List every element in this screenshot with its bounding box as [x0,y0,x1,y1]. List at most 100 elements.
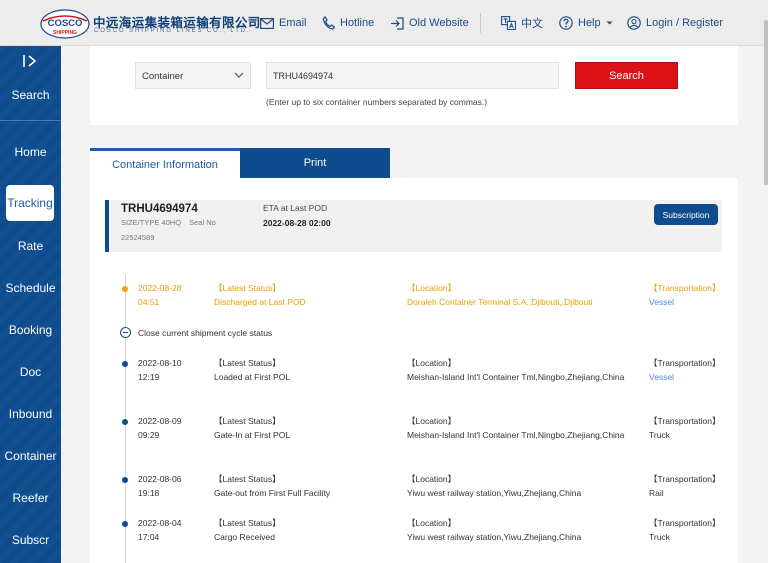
sidebar-item-booking[interactable]: Booking [0,323,61,337]
sidebar-search[interactable]: Search [0,46,61,121]
seal-label: Seal No [189,218,216,227]
event-transport-label: 【Transportation】 [649,358,721,368]
sidebar-item-rate[interactable]: Rate [0,239,61,253]
event-location-label: 【Location】 [407,416,457,426]
timeline-dot [122,361,128,367]
page-scrollbar[interactable] [764,20,768,185]
phone-icon [322,16,335,30]
collapse-icon [120,327,131,338]
event-time: 19:18 [138,487,160,498]
close-cycle-label: Close current shipment cycle status [138,327,273,338]
event-time: 04:51 [138,296,160,307]
timeline-dot [122,286,128,292]
login-register-link[interactable]: Login / Register [627,14,723,32]
email-link[interactable]: Email [260,14,307,32]
brand-name-en: COSCO SHIPPING LINES CO., LTD. [94,28,251,34]
cosco-logo[interactable]: COSCO SHIPPING [40,9,90,39]
event-transport-label: 【Transportation】 [649,283,721,293]
event-date: 2022-08-10 [138,358,182,368]
sidebar: Search Home Tracking Rate Schedule Booki… [0,46,61,563]
event-date: 2022-08-06 [138,474,182,484]
event-transport-label: 【Transportation】 [649,518,721,528]
search-type-value: Container [142,71,184,82]
event-status: Loaded at First POL [214,371,291,382]
event-time: 12:19 [138,371,160,382]
event-transport: Truck [649,531,670,542]
search-panel: Container Search (Enter up to six contai… [90,46,738,125]
container-size-info: SIZE/TYPE 40HQ Seal No [121,218,216,227]
tab-container-information[interactable]: Container Information [90,148,240,178]
caret-down-icon [606,21,613,25]
event-date: 2022-08-28 [138,283,182,293]
hotline-link[interactable]: Hotline [322,14,374,32]
event-location: Meishan-Island Int'l Container Tml,Ningb… [407,371,625,382]
size-type-value: 40HQ [161,218,182,227]
language-switch[interactable]: 中文 [501,14,543,32]
timeline-dot [122,521,128,527]
expand-arrow-icon [23,55,37,67]
language-label: 中文 [521,18,543,30]
sidebar-item-inbound[interactable]: Inbound [0,407,61,421]
event-status-label: 【Latest Status】 [214,358,281,368]
event-transport: Truck [649,429,670,440]
subscription-button[interactable]: Subscription [654,204,718,225]
event-location-label: 【Location】 [407,283,457,293]
email-label: Email [279,17,307,29]
event-time: 09:29 [138,429,160,440]
event-status-label: 【Latest Status】 [214,283,281,293]
event-status: Cargo Received [214,531,275,542]
search-button[interactable]: Search [575,62,678,89]
eta-value: 2022-08-28 02:00 [263,218,331,228]
help-icon [559,16,573,30]
logo-text-top: COSCO [48,18,83,29]
sidebar-item-tracking[interactable]: Tracking [6,185,54,221]
help-menu[interactable]: Help [559,14,614,32]
old-website-link[interactable]: Old Website [390,14,469,32]
old-website-label: Old Website [409,17,469,29]
sidebar-item-home[interactable]: Home [0,145,61,159]
search-hint: (Enter up to six container numbers separ… [266,97,488,107]
translate-icon [501,16,516,30]
event-location: Yiwu west railway station,Yiwu,Zhejiang,… [407,531,582,542]
event-transport-link[interactable]: Vessel [649,296,734,310]
seal-value: 22524589 [121,233,155,242]
login-arrow-icon [391,16,404,30]
chevron-down-icon [234,72,244,78]
top-header: COSCO SHIPPING 中远海运集装箱运输有限公司 COSCO SHIPP… [0,0,768,46]
close-cycle-toggle[interactable]: Close current shipment cycle status [120,327,272,338]
login-label: Login / Register [646,17,724,29]
event-status: Gate-out from First Full Facility [214,487,331,498]
logo-text-bottom: SHIPPING [53,30,77,36]
event-location: Doraleh Container Terminal S.A.,Djibouti… [407,296,593,307]
sidebar-item-subscr[interactable]: Subscr [0,533,61,547]
search-type-select[interactable]: Container [135,62,251,89]
header-divider [480,13,481,33]
event-status-label: 【Latest Status】 [214,416,281,426]
event-status-label: 【Latest Status】 [214,474,281,484]
tab-print[interactable]: Print [240,148,390,178]
event-location-label: 【Location】 [407,474,457,484]
event-status-label: 【Latest Status】 [214,518,281,528]
size-type-label: SIZE/TYPE [121,218,160,227]
mail-icon [260,17,274,29]
sidebar-item-reefer[interactable]: Reefer [0,491,61,505]
user-icon [627,16,641,30]
timeline-dot [122,419,128,425]
container-number-input[interactable] [266,62,559,89]
event-location: Yiwu west railway station,Yiwu,Zhejiang,… [407,487,582,498]
container-summary-card: TRHU4694974 SIZE/TYPE 40HQ Seal No 22524… [105,200,722,252]
timeline-dot [122,477,128,483]
event-transport: Rail [649,487,664,498]
container-number: TRHU4694974 [121,203,198,215]
event-status: Discharged at Last POD [214,296,306,307]
sidebar-item-container[interactable]: Container [0,449,61,463]
sidebar-search-label: Search [11,88,50,102]
event-date: 2022-08-04 [138,518,182,528]
event-location-label: 【Location】 [407,358,457,368]
sidebar-item-doc[interactable]: Doc [0,365,61,379]
event-transport-link[interactable]: Vessel [649,371,734,385]
event-location: Meishan-Island Int'l Container Tml,Ningb… [407,429,625,440]
sidebar-item-schedule[interactable]: Schedule [0,281,61,295]
help-label: Help [578,17,601,29]
event-time: 17:04 [138,531,160,542]
